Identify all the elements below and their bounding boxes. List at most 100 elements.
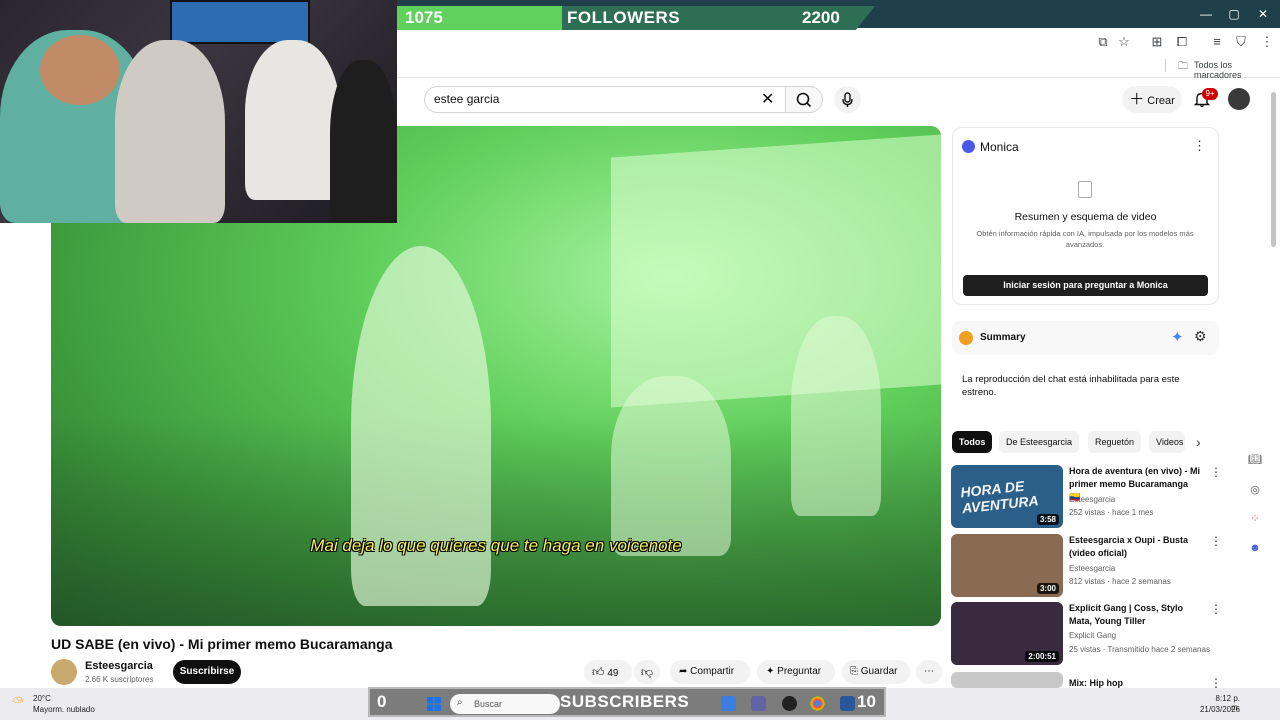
rec-meta: 252 vistas · hace 1 mes (1069, 508, 1154, 517)
bookmarks-divider (1165, 59, 1166, 72)
page-scrollbar[interactable] (1271, 92, 1276, 247)
like-button[interactable]: 👍︎ 49 (584, 660, 632, 684)
chip-from-channel[interactable]: De Esteesgarcia (999, 431, 1080, 453)
weather-description[interactable]: Mayorm. nublado (33, 705, 95, 714)
thumbs-down-icon: 👎︎ (640, 665, 654, 679)
bookmark-star-icon[interactable]: ☆ (1115, 33, 1133, 51)
subscribers-label: SUBSCRIBERS (560, 692, 690, 711)
channel-subscriber-count: 2.66 K suscriptores (85, 675, 154, 684)
gear-icon[interactable]: ⚙ (1194, 328, 1207, 345)
subscribers-current: 0 (377, 692, 387, 711)
chip-videos[interactable]: Videos (1149, 431, 1185, 453)
rec-thumbnail[interactable]: 3:00 (951, 534, 1063, 597)
subscribers-goal: 10 (857, 692, 876, 711)
save-button[interactable]: ⎘ Guardar (842, 660, 910, 684)
monica-logo-icon (962, 140, 975, 153)
chevron-right-icon[interactable]: › (1196, 434, 1201, 450)
rec-duration: 3:00 (1036, 583, 1059, 594)
rec-thumbnail[interactable]: HORA DE AVENTURA 3:58 (951, 465, 1063, 528)
rec-thumbnail-text: HORA DE AVENTURA (959, 477, 1040, 517)
thumbs-up-icon: 👍︎ (592, 665, 605, 679)
maximize-button[interactable]: ▢ (1224, 6, 1244, 22)
ask-button[interactable]: ✦ Preguntar (757, 660, 835, 684)
monica-title: Monica (980, 140, 1019, 154)
share-button[interactable]: ➦ Compartir (670, 660, 750, 684)
dislike-button[interactable]: 👎︎ (634, 660, 660, 684)
more-horizontal-icon: ⋯ (924, 666, 934, 677)
channel-name[interactable]: Esteesgarcia (85, 660, 153, 672)
summary-title: Summary (980, 332, 1026, 343)
chip-regueton[interactable]: Reguetón (1088, 431, 1142, 453)
plus-icon: ＋ (1129, 91, 1145, 108)
rec-title[interactable]: Esteesgarcia x Oupi - Busta (video ofici… (1069, 534, 1201, 560)
shield-icon[interactable]: ⛉ (1232, 33, 1250, 51)
word-app-icon[interactable] (840, 696, 855, 711)
rec-thumbnail[interactable] (951, 672, 1063, 688)
webcam-person (115, 40, 225, 223)
install-app-icon[interactable]: ⧉ (1094, 33, 1112, 51)
extension-icon[interactable]: ⊞ (1148, 33, 1166, 51)
chat-disabled-message: La reproducción del chat está inhabilita… (962, 374, 1180, 398)
close-window-button[interactable]: ✕ (1253, 6, 1273, 22)
followers-label: FOLLOWERS (567, 8, 681, 27)
all-bookmarks-link[interactable]: Todos los marcadores (1194, 60, 1280, 80)
webcam-overlay (0, 0, 397, 223)
video-caption: Mai deja lo que quieres que te haga en v… (310, 536, 682, 555)
target-icon[interactable]: ◎ (1247, 482, 1263, 498)
chrome-app-icon[interactable] (810, 696, 825, 711)
minimize-button[interactable]: — (1196, 6, 1216, 22)
create-button[interactable]: ＋ Crear (1122, 86, 1182, 113)
bookmarks-bar (397, 56, 1280, 78)
taskbar-search-input[interactable] (450, 694, 560, 714)
rec-channel[interactable]: Explicit Gang (1069, 631, 1116, 640)
rec-channel[interactable]: Esteesgarcia (1069, 564, 1115, 573)
subscribe-button[interactable]: Suscribirse (173, 660, 241, 684)
book-icon[interactable]: 📖︎ (1247, 452, 1263, 468)
clock-date[interactable]: 21/03/2026 (1196, 705, 1240, 714)
notification-count-badge: 9+ (1202, 88, 1218, 100)
webcam-person (330, 60, 397, 223)
rec-menu-icon[interactable]: ⋮ (1210, 534, 1222, 548)
rec-title[interactable]: Explicit Gang | Coss, Stylo Mata, Young … (1069, 602, 1201, 628)
extensions-puzzle-icon[interactable]: ⧠ (1173, 33, 1191, 51)
rec-menu-icon[interactable]: ⋮ (1210, 602, 1222, 616)
browser-menu-icon[interactable]: ⋮ (1258, 33, 1276, 51)
document-icon (1078, 181, 1092, 198)
monica-menu-icon[interactable]: ⋮ (1193, 138, 1206, 154)
followers-goal: 2200 (802, 8, 840, 27)
clear-search-icon[interactable]: ✕ (761, 89, 774, 109)
teams-app-icon[interactable] (751, 696, 766, 711)
rec-menu-icon[interactable]: ⋮ (1210, 465, 1222, 479)
rec-duration: 3:58 (1036, 514, 1059, 525)
video-background-screen (611, 134, 941, 408)
windows-start-icon[interactable] (427, 697, 441, 711)
media-control-icon[interactable]: ≡ (1208, 33, 1226, 51)
monica-login-button[interactable]: Iniciar sesión para preguntar a Monica (963, 275, 1208, 296)
webcam-person (245, 40, 340, 200)
rec-meta: 25 vistas · Transmitido hace 2 semanas (1069, 645, 1210, 654)
monica-description: Obtén información rápida con IA, impulsa… (976, 229, 1194, 249)
mail-app-icon[interactable] (721, 696, 736, 711)
apps-icon[interactable]: ⁘ (1247, 511, 1263, 527)
weather-temperature[interactable]: 20°C (33, 694, 51, 703)
search-button[interactable] (786, 86, 823, 113)
create-label: Crear (1147, 95, 1175, 107)
search-input-value[interactable]: estee garcia (434, 92, 499, 106)
chip-all[interactable]: Todos (952, 431, 993, 453)
rec-thumbnail[interactable]: 2:00:51 (951, 602, 1063, 665)
monica-sidebar-icon[interactable]: ☻ (1247, 540, 1263, 556)
rec-channel[interactable]: Esteesgarcia (1069, 495, 1115, 504)
bookmark-icon: ⎘ (850, 666, 858, 677)
app-icon[interactable] (782, 696, 797, 711)
channel-avatar[interactable] (51, 659, 77, 685)
rec-duration: 2:00:51 (1025, 651, 1059, 662)
microphone-icon (842, 92, 853, 107)
voice-search-button[interactable] (834, 86, 861, 113)
taskbar-search-placeholder: Buscar (474, 699, 503, 709)
ask-label: Preguntar (777, 666, 822, 677)
sparkle-icon[interactable]: ✦ (1171, 328, 1184, 346)
more-actions-button[interactable]: ⋯ (916, 660, 942, 684)
account-avatar[interactable] (1228, 88, 1250, 110)
folder-icon: 🗀 (1178, 61, 1188, 72)
share-icon: ➦ (679, 666, 688, 677)
